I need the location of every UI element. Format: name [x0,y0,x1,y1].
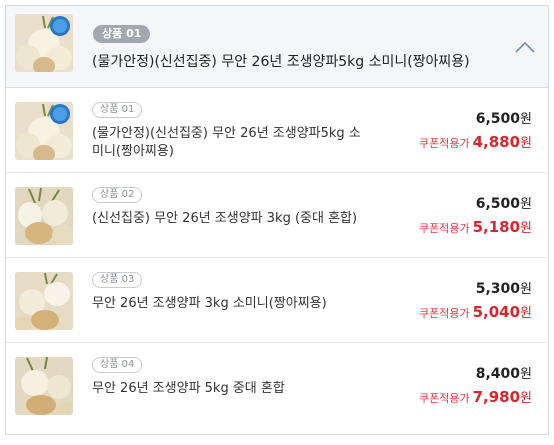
coupon-price-value: 5,040 [472,303,521,321]
product-thumbnail [15,102,73,160]
product-thumbnail [15,14,73,72]
regular-price: 5,300원 [476,278,532,297]
coupon-price: 쿠폰적용가 5,040원 [419,302,532,321]
price-unit: 원 [520,367,532,382]
product-option-item[interactable]: 상품 03 무안 26년 조생양파 3kg 소미니(짱아찌용) 5,300원 쿠… [6,259,548,343]
onion-image [15,14,73,72]
regular-price: 6,500원 [476,108,532,127]
coupon-price: 쿠폰적용가 7,980원 [419,387,532,406]
coupon-price-label: 쿠폰적용가 [418,137,470,150]
coupon-price-unit: 원 [520,136,532,151]
product-number-badge: 상품 01 [92,102,143,118]
onion-image [15,272,73,330]
product-number-badge: 상품 03 [92,272,143,288]
product-name: (신선집중) 무안 26년 조생양파 3kg (중대 혼합) [92,211,358,226]
product-option-item[interactable]: 상품 02 (신선집중) 무안 26년 조생양파 3kg (중대 혼합) 6,5… [6,174,548,258]
product-option-item[interactable]: 상품 04 무안 26년 조생양파 5kg 중대 혼합 8,400원 쿠폰적용가… [6,344,548,428]
coupon-price-label: 쿠폰적용가 [418,392,470,405]
coupon-price-label: 쿠폰적용가 [418,307,470,320]
coupon-price-unit: 원 [520,391,532,406]
product-option-item[interactable]: 상품 01 (물가안정)(신선집중) 무안 26년 조생양파5kg 소미니(짱아… [6,89,548,173]
product-thumbnail [15,357,73,415]
selected-product-title: (물가안정)(신선집중) 무안 26년 조생양파5kg 소미니(짱아찌용) [92,54,470,70]
product-number-badge: 상품 02 [92,187,143,203]
price-unit: 원 [520,112,532,127]
coupon-price-value: 4,880 [472,133,521,151]
product-name: 무안 26년 조생양파 5kg 중대 혼합 [92,381,285,396]
price-value: 6,500 [475,196,521,212]
coupon-price: 쿠폰적용가 4,880원 [419,132,532,151]
product-number-badge: 상품 01 [93,25,151,43]
onion-image [15,187,73,245]
product-number-badge: 상품 04 [92,357,143,373]
product-name: 무안 26년 조생양파 3kg 소미니(짱아찌용) [92,296,327,311]
price-unit: 원 [520,282,532,297]
coupon-price-value: 7,980 [472,388,521,406]
selected-product-header[interactable]: 상품 01 (물가안정)(신선집중) 무안 26년 조생양파5kg 소미니(짱아… [6,6,548,88]
price-value: 6,500 [475,111,521,127]
coupon-price-value: 5,180 [472,218,521,236]
product-thumbnail [15,272,73,330]
coupon-price: 쿠폰적용가 5,180원 [419,217,532,236]
onion-image [15,357,73,415]
product-option-panel: 상품 01 (물가안정)(신선집중) 무안 26년 조생양파5kg 소미니(짱아… [5,5,549,435]
price-value: 5,300 [475,281,521,297]
coupon-price-unit: 원 [520,221,532,236]
onion-image [15,102,73,160]
regular-price: 6,500원 [476,193,532,212]
price-value: 8,400 [475,366,521,382]
regular-price: 8,400원 [476,363,532,382]
product-name: (물가안정)(신선집중) 무안 26년 조생양파5kg 소미니(짱아찌용) [92,126,361,159]
product-thumbnail [15,187,73,245]
price-unit: 원 [520,197,532,212]
coupon-price-unit: 원 [520,306,532,321]
coupon-price-label: 쿠폰적용가 [418,222,470,235]
chevron-up-icon[interactable] [514,39,536,53]
